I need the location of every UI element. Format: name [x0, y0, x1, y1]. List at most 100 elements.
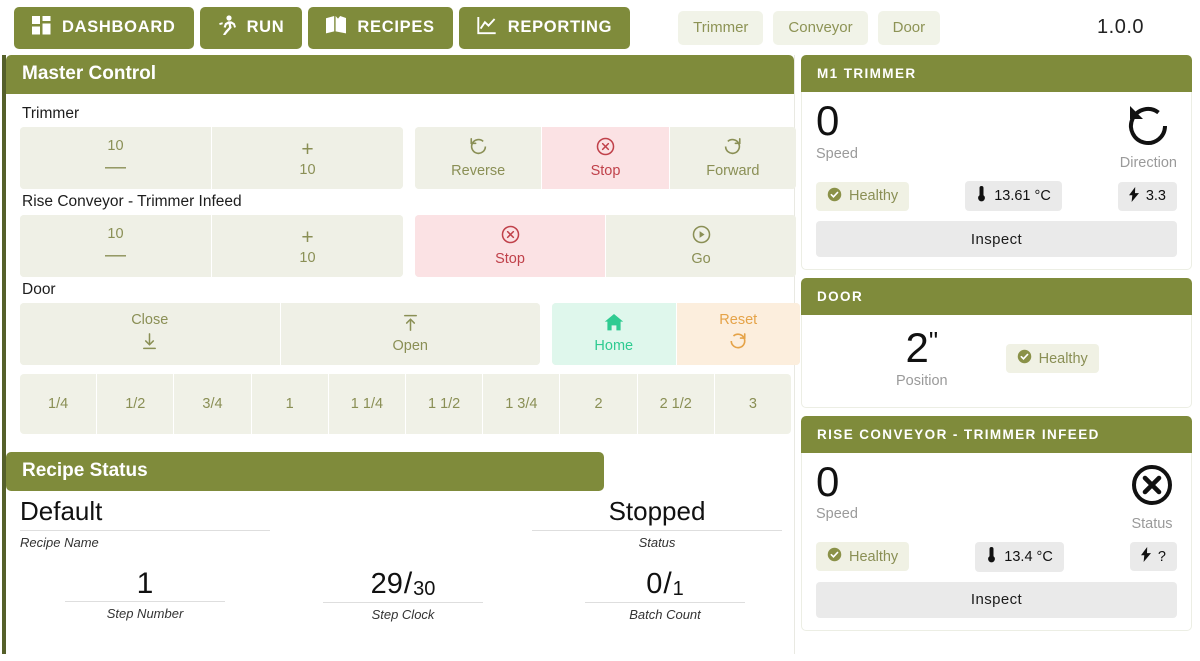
- trimmer-group-label: Trimmer: [22, 105, 80, 122]
- door-aux-group: Home Reset: [552, 303, 800, 365]
- card-rise-conveyor: RISE CONVEYOR - TRIMMER INFEED 0 Speed S…: [801, 415, 1192, 631]
- nav-reporting-button[interactable]: REPORTING: [458, 6, 631, 49]
- door-close-button[interactable]: Close: [20, 303, 281, 365]
- preset-button[interactable]: 1: [251, 374, 329, 434]
- home-icon: [604, 313, 624, 336]
- top-navigation-bar: DASHBOARD RUN RECIPES REPORTING Trimmer …: [0, 0, 1200, 55]
- rotate-counterclockwise-icon: [1120, 102, 1177, 153]
- m1-speed-caption: Speed: [816, 145, 858, 162]
- conveyor-control-row: 10 — + 10 Stop Go: [20, 215, 796, 277]
- recipe-status-body: Default Recipe Name Stopped Status 1 Ste…: [6, 491, 794, 661]
- door-health-badge: Healthy: [1005, 344, 1099, 374]
- conveyor-go-button[interactable]: Go: [606, 215, 796, 277]
- preset-button[interactable]: 1 1/2: [406, 374, 484, 434]
- line-chart-icon: [477, 16, 497, 40]
- filter-conveyor-button[interactable]: Conveyor: [773, 10, 868, 45]
- m1-direction-metric: Direction: [1120, 102, 1177, 171]
- m1-chip-row: Healthy 13.61 °C 3.3: [816, 181, 1177, 211]
- m1-power-badge: 3.3: [1117, 181, 1177, 211]
- m1-health-badge: Healthy: [816, 181, 910, 211]
- page-body: Master Control Trimmer 10 — + 10 Reverse…: [0, 55, 1200, 654]
- conveyor-increment-step: 10: [299, 249, 316, 266]
- conveyor-inspect-button[interactable]: Inspect: [816, 581, 1177, 618]
- step-clock-numerator: 29: [370, 567, 403, 600]
- trimmer-stop-label: Stop: [590, 163, 621, 180]
- trimmer-decrement-button[interactable]: 10 —: [20, 127, 212, 189]
- conveyor-decrement-button[interactable]: 10 —: [20, 215, 212, 277]
- step-number-caption: Step Number: [106, 606, 184, 622]
- conveyor-go-label: Go: [691, 251, 711, 268]
- trimmer-stop-button[interactable]: Stop: [542, 127, 670, 189]
- step-clock-value: 29/30: [278, 568, 528, 602]
- card-door-title: DOOR: [801, 278, 1192, 315]
- refresh-icon: [728, 331, 748, 355]
- conveyor-stop-button[interactable]: Stop: [415, 215, 606, 277]
- door-position-unit: ": [928, 326, 939, 356]
- door-open-label: Open: [392, 338, 428, 355]
- play-circle-icon: [691, 224, 712, 249]
- lightning-bolt-icon: [1128, 186, 1139, 206]
- running-person-icon: [218, 15, 236, 40]
- trimmer-reverse-label: Reverse: [451, 163, 506, 180]
- m1-metric-row: 0 Speed Direction: [816, 100, 1177, 171]
- minus-icon: —: [105, 243, 126, 267]
- quick-filter-group: Trimmer Conveyor Door: [678, 10, 941, 45]
- filter-door-button[interactable]: Door: [877, 10, 941, 45]
- preset-button[interactable]: 2: [560, 374, 638, 434]
- conveyor-temperature-value: 13.4 °C: [1004, 548, 1053, 565]
- master-control-panel: Master Control Trimmer 10 — + 10 Reverse…: [6, 55, 800, 434]
- step-clock-field: 29/30 Step Clock: [278, 568, 528, 622]
- nav-run-button[interactable]: RUN: [199, 6, 303, 49]
- preset-button[interactable]: 2 1/2: [637, 374, 715, 434]
- door-reset-button[interactable]: Reset: [676, 303, 800, 365]
- primary-nav-group: DASHBOARD RUN RECIPES REPORTING: [14, 6, 631, 49]
- conveyor-chip-row: Healthy 13.4 °C ?: [816, 541, 1177, 572]
- minus-icon: —: [105, 155, 126, 179]
- nav-dashboard-button[interactable]: DASHBOARD: [14, 6, 194, 49]
- door-metric-row: 2" Position Healthy: [816, 325, 1177, 395]
- step-number-field: 1 Step Number: [20, 568, 270, 622]
- conveyor-speed-caption: Speed: [816, 506, 858, 523]
- step-clock-caption: Step Clock: [371, 606, 435, 622]
- nav-reporting-label: REPORTING: [507, 18, 613, 36]
- recipe-status-caption: Status: [638, 534, 676, 550]
- dashboard-grid-icon: [32, 15, 51, 40]
- preset-button[interactable]: 1/2: [97, 374, 175, 434]
- door-open-button[interactable]: Open: [280, 303, 540, 365]
- m1-inspect-button[interactable]: Inspect: [816, 221, 1177, 257]
- recipe-name-value: Default: [20, 496, 103, 526]
- batch-count-separator: /: [663, 566, 672, 600]
- check-circle-icon: [827, 547, 842, 566]
- nav-recipes-button[interactable]: RECIPES: [308, 6, 453, 49]
- card-rise-conveyor-body: 0 Speed Status Healthy 13.4 °C ? Inspect: [801, 452, 1192, 631]
- conveyor-speed-metric: 0 Speed: [816, 460, 858, 523]
- recipe-status-value: Stopped: [608, 496, 706, 526]
- card-door: DOOR 2" Position Healthy: [801, 278, 1192, 408]
- conveyor-increment-button[interactable]: + 10: [212, 215, 403, 277]
- conveyor-action-group: Stop Go: [415, 215, 796, 277]
- circle-x-icon: [500, 224, 521, 249]
- check-circle-icon: [827, 187, 842, 206]
- m1-health-label: Healthy: [849, 188, 899, 204]
- trimmer-reverse-button[interactable]: Reverse: [415, 127, 543, 189]
- trimmer-increment-button[interactable]: + 10: [212, 127, 403, 189]
- filter-trimmer-button[interactable]: Trimmer: [678, 10, 764, 45]
- preset-button[interactable]: 1/4: [20, 374, 98, 434]
- preset-button[interactable]: 3/4: [174, 374, 252, 434]
- recipe-name-caption: Recipe Name: [20, 534, 99, 550]
- step-clock-denominator: 30: [413, 577, 436, 600]
- trimmer-speed-stepper: 10 — + 10: [20, 127, 403, 189]
- plus-icon: +: [301, 225, 314, 249]
- trimmer-forward-button[interactable]: Forward: [669, 127, 796, 189]
- plus-icon: +: [301, 137, 314, 161]
- preset-button[interactable]: 1 1/4: [328, 374, 407, 434]
- main-column: Master Control Trimmer 10 — + 10 Reverse…: [6, 55, 800, 654]
- card-door-body: 2" Position Healthy: [801, 315, 1192, 408]
- preset-button[interactable]: 3: [714, 374, 791, 434]
- door-health-label: Healthy: [1038, 350, 1088, 367]
- circle-x-icon: [1127, 463, 1177, 514]
- preset-button[interactable]: 1 3/4: [483, 374, 561, 434]
- door-reset-label: Reset: [719, 311, 758, 328]
- door-position-presets: 1/4 1/2 3/4 1 1 1/4 1 1/2 1 3/4 2 2 1/2 …: [20, 374, 791, 434]
- door-home-button[interactable]: Home: [552, 303, 677, 365]
